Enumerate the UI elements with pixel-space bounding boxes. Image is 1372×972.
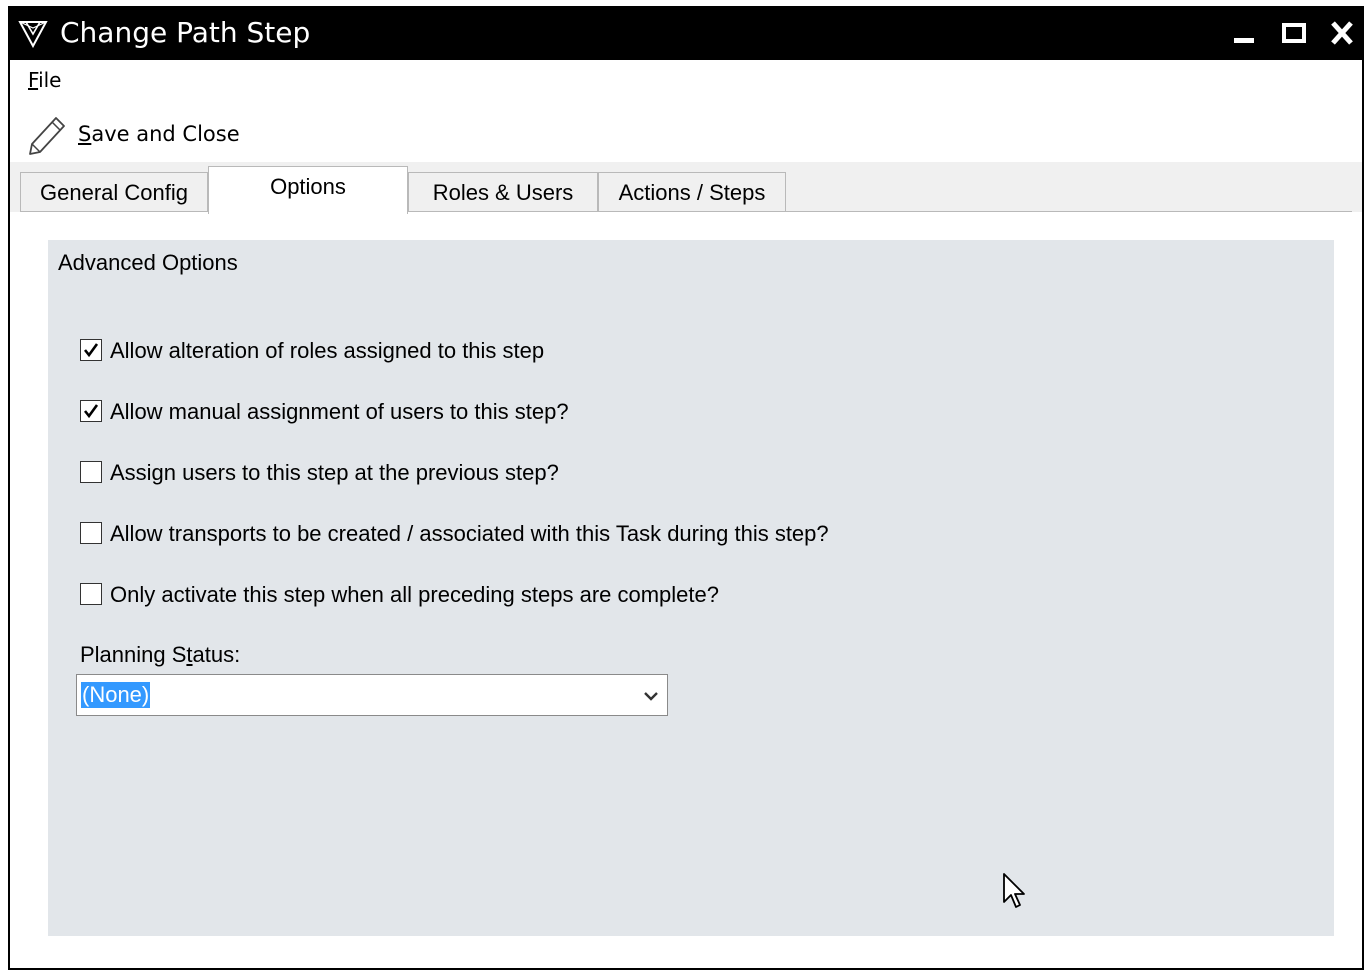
planning-label-pre: Planning S (80, 642, 187, 667)
change-path-step-window: Change Path Step File Save and Close Gen… (8, 6, 1364, 970)
checkbox[interactable] (80, 461, 102, 483)
mouse-cursor-icon (1003, 873, 1025, 908)
option-label: Allow alteration of roles assigned to th… (110, 338, 545, 363)
save-mnemonic: S (78, 122, 92, 146)
planning-status-label: Planning Status: (80, 642, 240, 668)
option-label: Allow transports to be created / associa… (110, 521, 829, 546)
maximize-icon[interactable] (1280, 20, 1308, 46)
checkbox[interactable] (80, 583, 102, 605)
planning-status-value: (None) (81, 682, 151, 708)
close-icon[interactable] (1328, 20, 1356, 46)
advanced-options-title: Advanced Options (58, 250, 238, 275)
chevron-down-icon[interactable] (643, 689, 659, 703)
option-label: Allow manual assignment of users to this… (110, 399, 569, 424)
option-label: Only activate this step when all precedi… (110, 582, 719, 607)
tab-roles-users[interactable]: Roles & Users (408, 172, 598, 212)
window-title: Change Path Step (60, 16, 311, 49)
tab-actions-steps[interactable]: Actions / Steps (598, 172, 786, 212)
checkbox[interactable] (80, 400, 102, 422)
planning-status-select[interactable]: (None) (76, 674, 668, 716)
options-tab-panel: Advanced Options Allow alteration of rol… (20, 212, 1352, 966)
title-bar[interactable]: Change Path Step (8, 6, 1364, 60)
save-and-close-label: Save and Close (78, 122, 240, 146)
minimize-icon[interactable] (1230, 20, 1258, 46)
tab-general-config[interactable]: General Config (20, 172, 208, 212)
window-client: File Save and Close General Config Optio… (8, 60, 1364, 968)
option-label: Assign users to this step at the previou… (110, 460, 559, 485)
tab-options[interactable]: Options (208, 166, 408, 214)
pencil-icon (29, 117, 65, 155)
app-logo-icon (18, 21, 48, 48)
menu-file-label: ile (38, 68, 62, 92)
save-and-close-button[interactable]: Save and Close (22, 108, 252, 155)
save-label-rest: ave and Close (91, 122, 240, 146)
checkmark-icon (83, 343, 99, 358)
menu-bar: File (10, 60, 1362, 98)
checkbox[interactable] (80, 522, 102, 544)
toolbar: Save and Close (10, 100, 1362, 162)
checkmark-icon (83, 404, 99, 419)
advanced-options-group: Advanced Options Allow alteration of rol… (48, 240, 1334, 936)
menu-file-mnemonic: F (28, 68, 39, 92)
checkbox[interactable] (80, 339, 102, 361)
planning-label-post: atus: (192, 642, 241, 667)
menu-file[interactable]: File (28, 68, 61, 92)
